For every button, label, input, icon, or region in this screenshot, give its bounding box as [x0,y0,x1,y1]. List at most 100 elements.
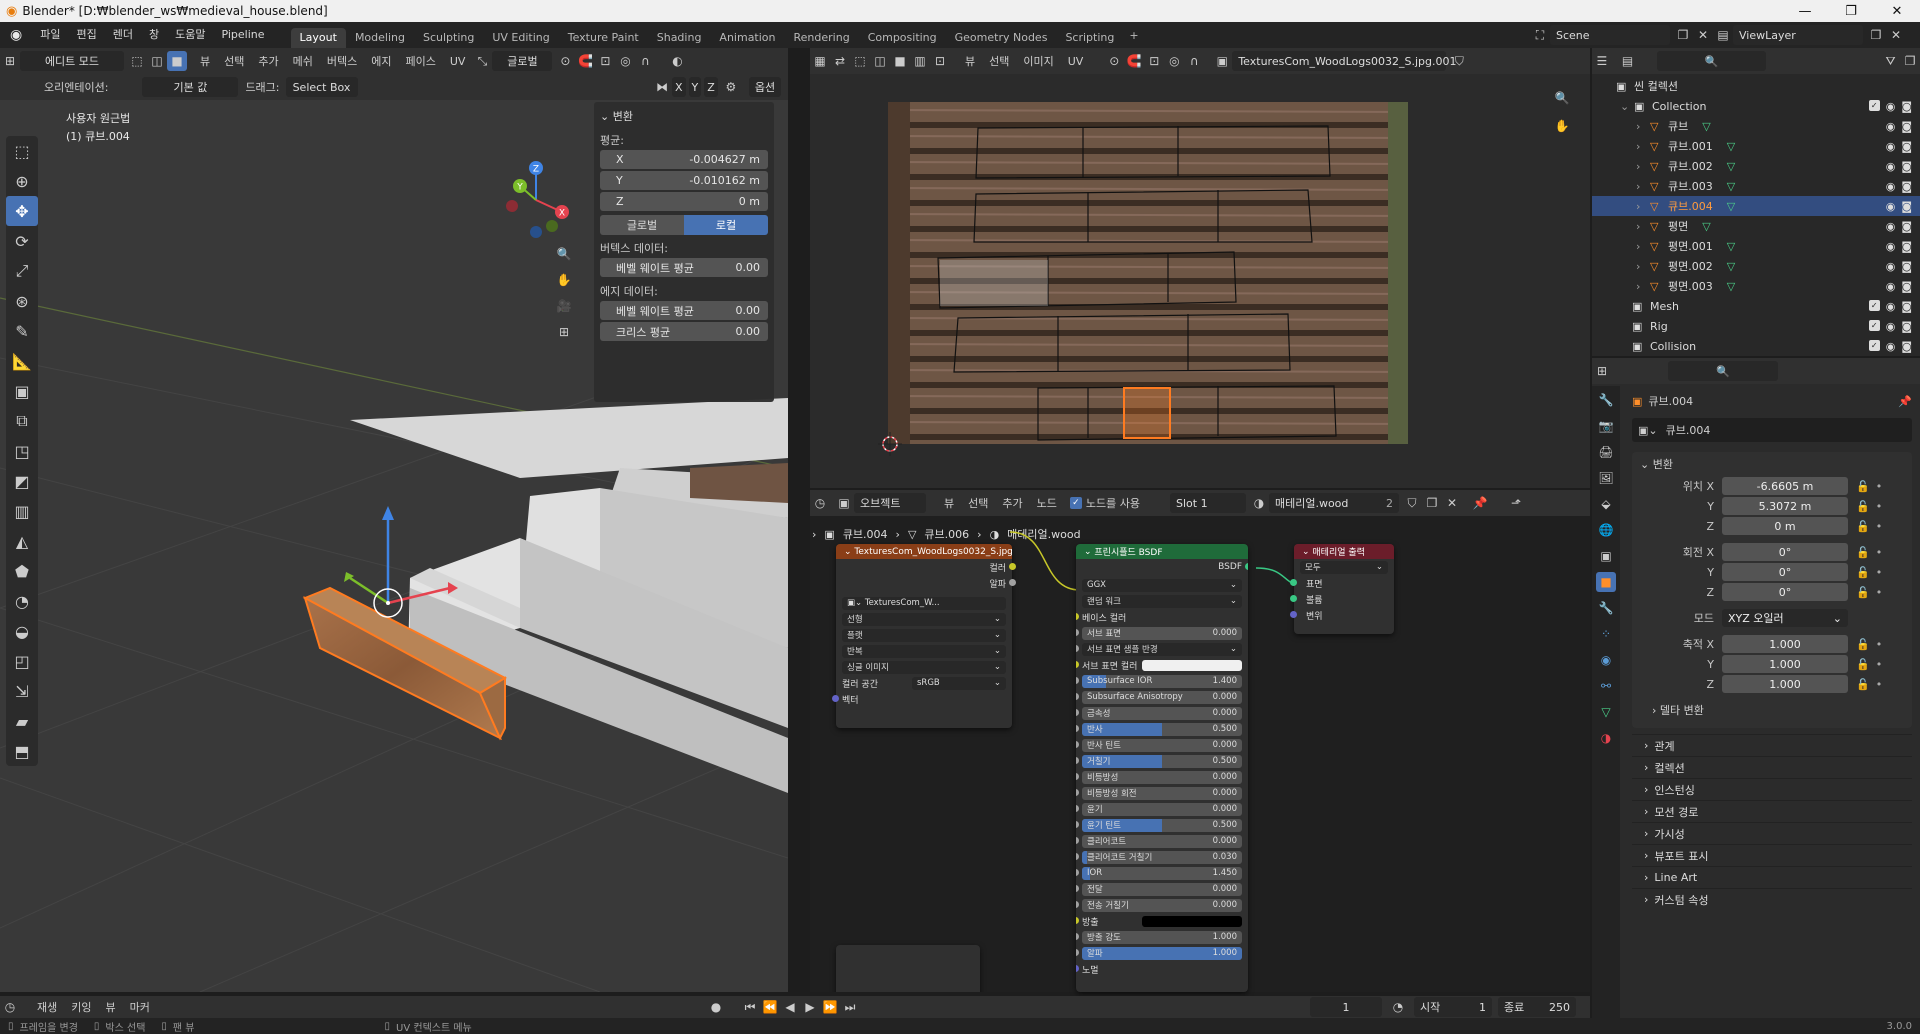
lock-icon[interactable]: 🔓 [1856,500,1870,513]
jump-end-icon[interactable]: ⏭ [840,997,860,1017]
expand-arrow-icon[interactable]: › [1636,140,1650,153]
move-icon[interactable]: ✥ [6,196,38,226]
orient-icon[interactable]: ⤡ [472,51,492,71]
bsdf-input-slider[interactable]: 반사 틴트 0.000 [1082,738,1242,752]
expand-arrow-icon[interactable]: › [1636,160,1650,173]
display-mode-icon[interactable]: ▤ [1618,51,1638,71]
vpmenus-item-4[interactable]: 버텍스 [320,53,364,69]
uv-pivot-icon[interactable]: ⊙ [1104,51,1124,71]
mesh-data-icon[interactable]: ▽ [1702,120,1710,133]
wrench-icon[interactable]: ⚙ [721,77,741,97]
bsdf-input-row[interactable]: IOR 1.450 [1076,865,1248,881]
keyframe-dot-icon[interactable]: • [1876,520,1883,533]
transform-value-field[interactable]: 0° [1722,583,1848,601]
outliner-collection-row[interactable]: ▣ Rig ✓ ◉ ◙ [1592,316,1920,336]
axis-x-toggle[interactable]: X [672,77,686,97]
camera-render-icon[interactable]: ◙ [1901,280,1912,293]
volume-socket[interactable] [1290,595,1297,602]
lock-icon[interactable]: 🔓 [1856,678,1870,691]
property-section-header[interactable]: › 관계 [1632,734,1912,756]
mesh-data-icon[interactable]: ▽ [1727,260,1735,273]
bsdf-out-socket[interactable] [1245,563,1248,570]
output-target-dropdown[interactable]: 모두 ⌄ [1300,560,1388,574]
bsdf-input-socket[interactable] [1076,725,1079,732]
edge-bevel-field[interactable]: 베벨 웨이트 평균 0.00 [600,301,768,320]
bsdf-header[interactable]: ⌄ 프린시플드 BSDF [1076,544,1248,559]
eye-icon[interactable]: ◉ [1886,340,1896,353]
bsdf-input-socket[interactable] [1076,837,1079,844]
bsdf-input-socket[interactable] [1076,629,1079,636]
bsdf-input-socket[interactable] [1076,965,1079,972]
workspace-tab-0[interactable]: Layout [290,28,346,48]
bsdf-input-socket[interactable] [1076,773,1079,780]
bsdf-input-socket[interactable] [1076,805,1079,812]
workspace-tab-7[interactable]: Rendering [785,28,859,48]
bsdf-input-row[interactable]: 전달 0.000 [1076,881,1248,897]
workspace-tab-4[interactable]: Texture Paint [559,28,648,48]
camera-render-icon[interactable]: ◙ [1901,140,1912,153]
annotate-icon[interactable]: ✎ [6,316,38,346]
scene-icon[interactable]: ⛶ [1530,25,1550,45]
outliner[interactable]: ☰ ▤ 🔍 ⛛ ❐ ▣ 씬 컬렉션 ⌄ ▣ Collection ✓ ◉ ◙ › ▽ 큐브 ▽ ◉ ◙ › ▽… [1592,48,1920,356]
mode-selector[interactable]: 에디트 모드 [20,51,124,71]
bsdf-input-slider[interactable]: 전송 거칠기 0.000 [1082,898,1242,912]
new-collection-icon[interactable]: ❐ [1900,51,1920,71]
camera-render-icon[interactable]: ◙ [1901,340,1912,353]
immenus-item-1[interactable]: 선택 [982,53,1016,69]
mesh-data-icon[interactable]: ▽ [1727,140,1735,153]
clock-icon[interactable]: ◔ [1388,997,1408,1017]
bsdf-input-row[interactable]: 거칠기 0.500 [1076,753,1248,769]
bsdf-input-slider[interactable]: 클리어코트 거칠기 0.030 [1082,850,1242,864]
camera-render-icon[interactable]: ◙ [1901,260,1912,273]
workspace-tab-9[interactable]: Geometry Nodes [946,28,1057,48]
workspace-tab-5[interactable]: Shading [648,28,711,48]
jump-start-icon[interactable]: ⏮ [740,997,760,1017]
knife-icon[interactable]: ◭ [6,526,38,556]
rotate-icon[interactable]: ⟳ [6,226,38,256]
vpmenus-item-7[interactable]: UV [443,55,473,68]
tex-src-dropdown[interactable]: 싱글 이미지 ⌄ [842,660,1006,674]
property-section-header[interactable]: › 뷰포트 표시 [1632,844,1912,866]
lock-icon[interactable]: 🔓 [1856,520,1870,533]
world-tab-icon[interactable]: 🌐 [1596,520,1616,540]
image-browse-icon[interactable]: ▣ [1212,51,1232,71]
axis-y-toggle[interactable]: Y [688,77,702,97]
vpmenus-item-1[interactable]: 선택 [217,53,251,69]
bsdf-input-slider[interactable]: IOR 1.450 [1082,866,1242,880]
tlmenus-item-2[interactable]: 뷰 [99,999,123,1015]
workspace-tab-8[interactable]: Compositing [859,28,946,48]
eye-icon[interactable]: ◉ [1886,120,1896,133]
menu-2[interactable]: 렌더 [105,22,141,48]
outliner-object-row[interactable]: › ▽ 평면 ▽ ◉ ◙ [1592,216,1920,236]
bsdf-input-row[interactable]: 반사 틴트 0.000 [1076,737,1248,753]
workspace-tab-1[interactable]: Modeling [346,28,414,48]
bsdf-input-row[interactable]: 알파 1.000 [1076,945,1248,961]
rotation-mode-dropdown[interactable]: XYZ 오일러 ⌄ [1722,609,1848,627]
bsdf-input-slider[interactable]: 반사 0.500 [1082,722,1242,736]
falloff-icon[interactable]: ∩ [635,51,655,71]
bsdf-input-socket[interactable] [1076,709,1079,716]
fake-user-icon[interactable]: ⛉ [1449,51,1469,71]
workspace-tab-6[interactable]: Animation [710,28,784,48]
immenus-item-0[interactable]: 뷰 [958,53,982,69]
viewport-3d[interactable]: ⊞ 에디트 모드 ⬚ ◫ ■ 뷰 선택 추가 메쉬 버텍스 에지 페이스 UV ⤡ 글로벌 ⊙… [0,48,788,992]
bsdf-input-row[interactable]: Subsurface IOR 1.400 [1076,673,1248,689]
menu-5[interactable]: Pipeline [213,22,272,48]
keyframe-dot-icon[interactable]: • [1876,638,1883,651]
bsdf-input-socket[interactable] [1076,901,1079,908]
menu-4[interactable]: 도움말 [167,22,213,48]
bsdf-input-socket[interactable] [1076,677,1079,684]
overlay-icon[interactable]: ◐ [667,51,687,71]
bsdf-input-row[interactable]: Subsurface Anisotropy 0.000 [1076,689,1248,705]
n-panel-header[interactable]: ⌄ 변환 [600,106,768,126]
bsdf-input-slider[interactable]: 거칠기 0.500 [1082,754,1242,768]
hand-pan-icon[interactable]: ✋ [554,270,574,290]
tool-tab-icon[interactable]: 🔧 [1596,390,1616,410]
eye-icon[interactable]: ◉ [1886,240,1896,253]
mesh-data-icon[interactable]: ▽ [1727,280,1735,293]
keyframe-dot-icon[interactable]: • [1876,546,1883,559]
bsdf-input-slider[interactable]: 서브 표면 0.000 [1082,626,1242,640]
mesh-data-icon[interactable]: ▽ [1727,200,1735,213]
data-tab-icon[interactable]: ▽ [1596,702,1616,722]
bsdf-dist-dropdown[interactable]: GGX ⌄ [1082,578,1242,592]
